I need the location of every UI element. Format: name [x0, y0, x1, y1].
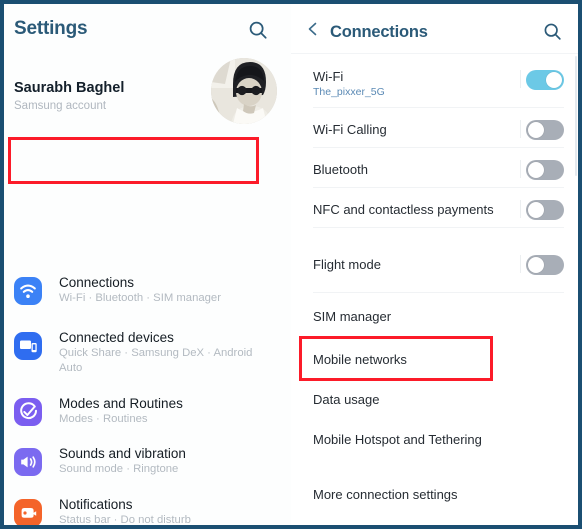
settings-sidebar-panel: Settings Saurabh Baghel Samsung account	[4, 4, 291, 525]
row-label: Mobile Hotspot and Tethering	[313, 432, 482, 447]
row-label: More connection settings	[313, 487, 458, 502]
toggle-knob	[528, 122, 544, 138]
sidebar-item-connections[interactable]: Connections Wi-Fi · Bluetooth · SIM mana…	[4, 273, 291, 306]
modes-routines-icon	[14, 398, 42, 426]
row-wi-fi[interactable]: Wi-Fi The_pixxer_5G	[291, 68, 578, 99]
row-label: SIM manager	[313, 309, 392, 324]
toggle-flight-mode[interactable]	[526, 255, 564, 275]
divider	[313, 227, 564, 228]
page-title: Settings	[14, 18, 88, 39]
toggle-separator	[520, 70, 521, 88]
speaker-icon	[14, 448, 42, 476]
search-icon[interactable]	[247, 19, 269, 41]
toggle-separator	[520, 120, 521, 138]
sidebar-item-subtitle: Status bar · Do not disturb	[59, 514, 191, 525]
account-subtitle: Samsung account	[14, 100, 107, 112]
sidebar-item-notifications[interactable]: Notifications Status bar · Do not distur…	[4, 495, 291, 525]
app-window: Settings Saurabh Baghel Samsung account	[0, 0, 582, 529]
avatar[interactable]	[211, 58, 277, 124]
toggle-nfc[interactable]	[526, 200, 564, 220]
row-label: Mobile networks	[313, 352, 407, 367]
sidebar-item-modes-and-routines[interactable]: Modes and Routines Modes · Routines	[4, 394, 291, 427]
samsung-account-row[interactable]: Saurabh Baghel Samsung account	[4, 52, 291, 136]
toggle-knob	[528, 202, 544, 218]
connections-header: Connections	[291, 4, 578, 54]
toggle-separator	[520, 200, 521, 218]
toggle-wi-fi[interactable]	[526, 70, 564, 90]
sidebar-item-label: Connected devices	[59, 330, 174, 345]
highlight-box-connections	[8, 137, 259, 184]
row-mobile-networks[interactable]: Mobile networks	[291, 351, 578, 368]
row-data-usage[interactable]: Data usage	[291, 391, 578, 408]
connections-title: Connections	[330, 23, 428, 41]
connections-detail-panel: Connections Wi-Fi The_pixxer_5G Wi-Fi Ca…	[291, 4, 578, 525]
toggle-wi-fi-calling[interactable]	[526, 120, 564, 140]
sidebar-item-label: Sounds and vibration	[59, 446, 186, 461]
sidebar-item-connected-devices[interactable]: Connected devices Quick Share · Samsung …	[4, 328, 291, 376]
row-bluetooth[interactable]: Bluetooth	[291, 160, 578, 180]
row-more-connection-settings[interactable]: More connection settings	[291, 486, 578, 503]
sidebar-item-subtitle: Wi-Fi · Bluetooth · SIM manager	[59, 292, 221, 304]
toggle-bluetooth[interactable]	[526, 160, 564, 180]
row-sim-manager[interactable]: SIM manager	[291, 308, 578, 325]
sidebar-item-label: Modes and Routines	[59, 396, 183, 411]
sidebar-header: Settings	[4, 4, 291, 52]
toggle-knob	[528, 162, 544, 178]
sidebar-item-label: Notifications	[59, 497, 133, 512]
toggle-knob	[546, 72, 562, 88]
connected-devices-icon	[14, 332, 42, 360]
sidebar-item-subtitle: Sound mode · Ringtone	[59, 463, 179, 475]
sidebar-item-sounds-and-vibration[interactable]: Sounds and vibration Sound mode · Ringto…	[4, 444, 291, 477]
toggle-separator	[520, 160, 521, 178]
sidebar-item-subtitle: Quick Share · Samsung DeX · Android Auto	[59, 347, 253, 374]
notifications-icon	[14, 499, 42, 525]
account-name: Saurabh Baghel	[14, 80, 125, 96]
chevron-left-icon[interactable]	[305, 21, 321, 37]
row-nfc-and-contactless-payments[interactable]: NFC and contactless payments	[291, 200, 578, 220]
row-subtitle: The_pixxer_5G	[313, 86, 385, 98]
row-wi-fi-calling[interactable]: Wi-Fi Calling	[291, 120, 578, 140]
divider	[313, 107, 564, 108]
divider	[313, 187, 564, 188]
sidebar-item-subtitle: Modes · Routines	[59, 413, 148, 425]
sidebar-item-label: Connections	[59, 275, 135, 290]
divider	[313, 147, 564, 148]
row-label: Data usage	[313, 392, 380, 407]
row-mobile-hotspot-and-tethering[interactable]: Mobile Hotspot and Tethering	[291, 431, 578, 448]
wifi-icon	[14, 277, 42, 305]
toggle-knob	[528, 257, 544, 273]
toggle-separator	[520, 255, 521, 273]
divider	[313, 292, 564, 293]
row-flight-mode[interactable]: Flight mode	[291, 255, 578, 275]
search-icon[interactable]	[542, 21, 564, 43]
